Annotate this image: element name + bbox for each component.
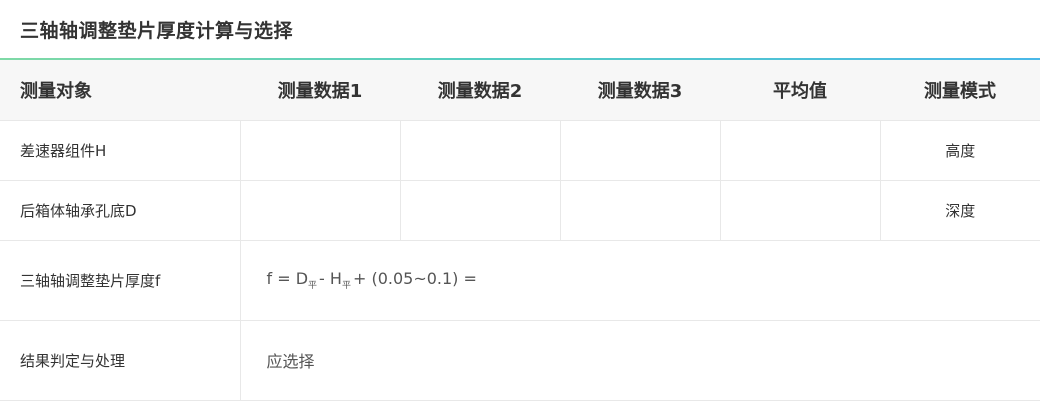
formula-tail: + (0.05~0.1) = [352, 269, 477, 288]
row-label-result: 结果判定与处理 [0, 320, 240, 401]
column-header-data1: 测量数据1 [240, 60, 400, 121]
formula-subscript-h: 平 [341, 281, 351, 291]
row-label-bearing-bore-d: 后箱体轴承孔底D [0, 180, 240, 241]
shim-calculation-panel: 三轴轴调整垫片厚度计算与选择 测量对象 测量数据1 测量数据2 测量数据3 平均… [0, 0, 1040, 420]
measure-data1-cell[interactable] [239, 120, 400, 181]
formula-minus-h: - H [319, 269, 342, 288]
formula-f-d: f = D [266, 269, 309, 288]
table-row: 后箱体轴承孔底D 深度 [0, 180, 1040, 241]
row-label-shim-thickness: 三轴轴调整垫片厚度f [0, 240, 240, 321]
column-header-average: 平均值 [720, 60, 880, 121]
measurement-table: 测量对象 测量数据1 测量数据2 测量数据3 平均值 测量模式 差速器组件H 高… [0, 60, 1040, 401]
table-header-row: 测量对象 测量数据1 测量数据2 测量数据3 平均值 测量模式 [0, 60, 1040, 121]
column-header-mode: 测量模式 [880, 60, 1040, 121]
average-cell [719, 180, 880, 241]
column-header-data3: 测量数据3 [560, 60, 720, 121]
measure-data3-cell[interactable] [559, 180, 720, 241]
table-row: 差速器组件H 高度 [0, 120, 1040, 181]
average-cell [719, 120, 880, 181]
formula-subscript-d: 平 [308, 281, 318, 291]
measure-data2-cell[interactable] [399, 120, 560, 181]
panel-title: 三轴轴调整垫片厚度计算与选择 [20, 19, 294, 42]
result-row: 结果判定与处理 应选择 [0, 320, 1040, 401]
formula-row: 三轴轴调整垫片厚度f f = D平 - H平 + (0.05~0.1) = [0, 240, 1040, 321]
column-header-object: 测量对象 [0, 60, 240, 121]
shim-formula: f = D平 - H平 + (0.05~0.1) = [239, 240, 1040, 321]
measure-data2-cell[interactable] [399, 180, 560, 241]
mode-cell-depth: 深度 [879, 180, 1040, 241]
measure-data3-cell[interactable] [559, 120, 720, 181]
mode-cell-height: 高度 [879, 120, 1040, 181]
row-label-differential-h: 差速器组件H [0, 120, 240, 181]
column-header-data2: 测量数据2 [400, 60, 560, 121]
result-selection-cell[interactable]: 应选择 [239, 320, 1040, 401]
measure-data1-cell[interactable] [239, 180, 400, 241]
